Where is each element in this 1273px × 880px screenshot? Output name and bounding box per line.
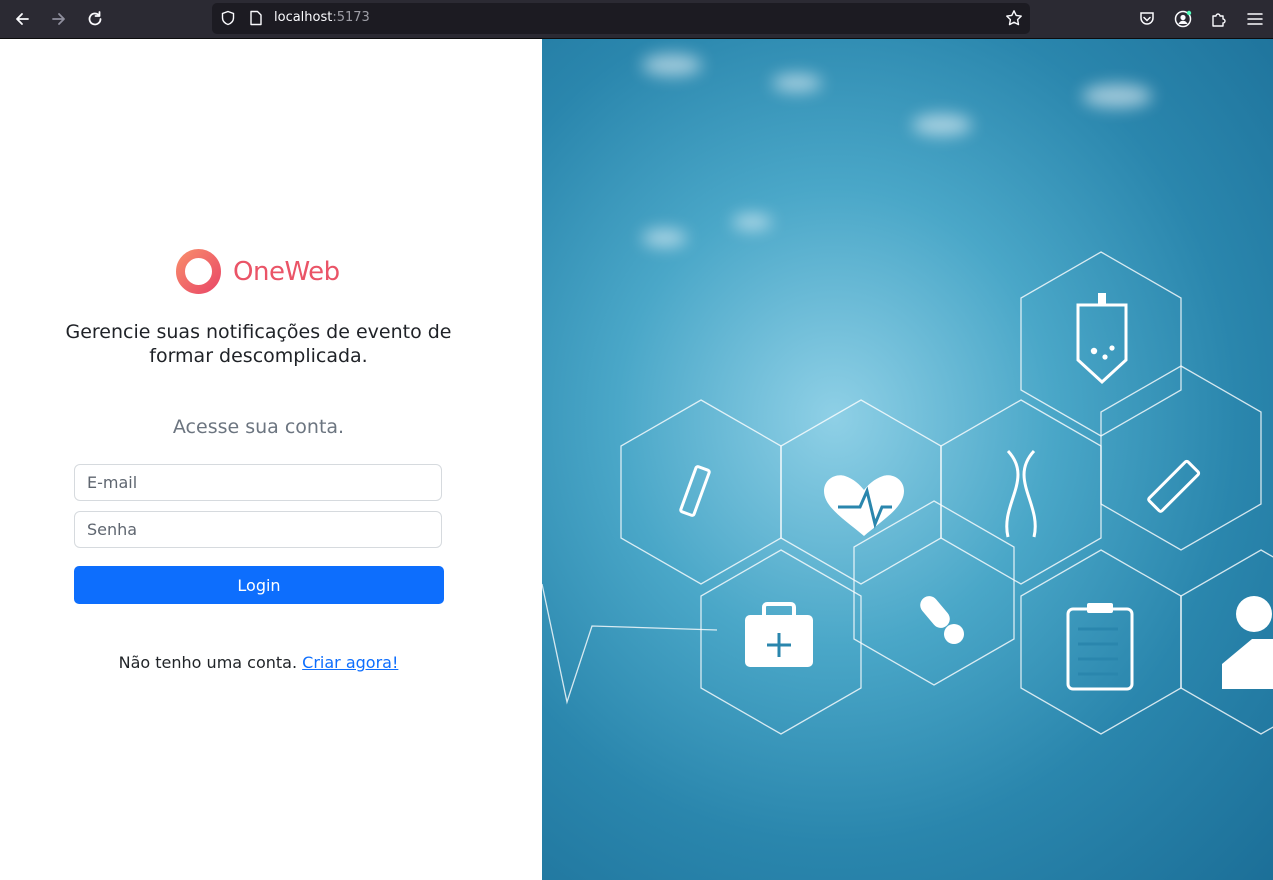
reload-icon[interactable]	[83, 7, 107, 31]
login-button[interactable]: Login	[74, 566, 444, 604]
signup-text: Não tenho uma conta.	[118, 653, 298, 672]
extensions-icon[interactable]	[1207, 7, 1231, 31]
page-icon	[244, 6, 268, 30]
forward-icon[interactable]	[47, 7, 71, 31]
brand-name: OneWeb	[233, 256, 340, 287]
browser-toolbar: localhost:5173	[0, 0, 1273, 39]
url-host: localhost	[274, 10, 333, 25]
password-field[interactable]	[74, 511, 442, 548]
brand-logo: OneWeb	[174, 247, 340, 296]
email-field[interactable]	[74, 464, 442, 501]
account-icon[interactable]	[1171, 7, 1195, 31]
menu-icon[interactable]	[1243, 7, 1267, 31]
url-text[interactable]: localhost:5173	[274, 10, 370, 25]
signup-link[interactable]: Criar agora!	[302, 653, 398, 672]
login-subtitle: Acesse sua conta.	[172, 416, 345, 438]
tagline: Gerencie suas notificações de evento de …	[65, 321, 452, 367]
page: OneWeb Gerencie suas notificações de eve…	[0, 39, 1273, 880]
url-bar[interactable]: localhost:5173	[212, 3, 1030, 34]
pocket-icon[interactable]	[1135, 7, 1159, 31]
star-icon[interactable]	[1002, 6, 1026, 30]
shield-icon[interactable]	[216, 6, 240, 30]
medical-hexagons-graphic	[542, 251, 1273, 735]
hero-image	[542, 39, 1273, 880]
login-panel: OneWeb Gerencie suas notificações de eve…	[0, 39, 542, 880]
back-icon[interactable]	[10, 7, 34, 31]
oneweb-logo-icon	[176, 249, 221, 294]
signup-prompt: Não tenho uma conta. Criar agora!	[40, 653, 477, 672]
url-port: :5173	[332, 10, 370, 25]
